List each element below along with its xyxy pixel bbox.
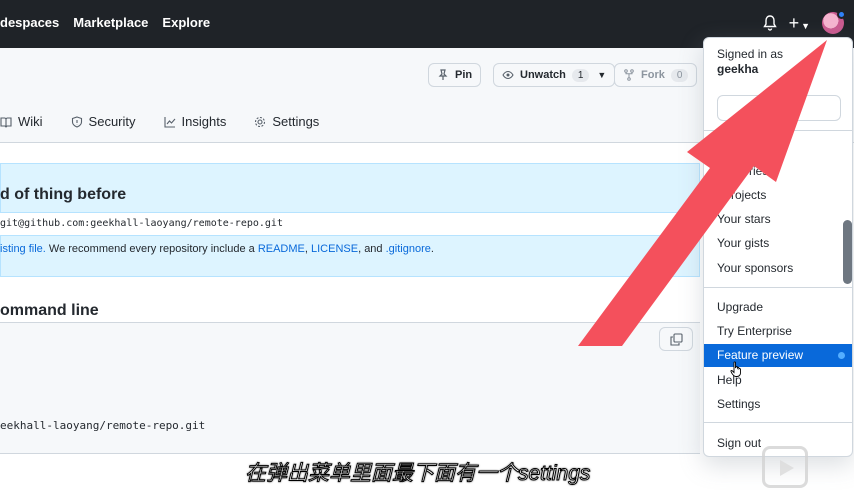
tab-security[interactable]: Security <box>71 114 136 129</box>
video-watermark-icon <box>762 446 808 488</box>
user-dropdown-menu: Signed in as geekha positories r project… <box>703 37 853 457</box>
play-icon <box>780 460 794 476</box>
command-line-title: ommand line <box>0 302 99 319</box>
clone-url-field[interactable]: git@github.com:geekhall-laoyang/remote-r… <box>0 212 700 236</box>
tab-label: Insights <box>181 114 227 129</box>
and-text: , and <box>358 243 386 255</box>
fork-icon <box>624 69 634 81</box>
header-actions: + ▼ <box>762 10 846 34</box>
pin-icon <box>438 69 448 80</box>
menu-your-stars[interactable]: Your stars <box>704 208 852 231</box>
menu-divider <box>704 422 852 423</box>
remote-add-command: eekhall-laoyang/remote-repo.git <box>0 419 206 432</box>
unwatch-button[interactable]: Unwatch 1 ▼ <box>493 63 616 87</box>
scrollbar[interactable] <box>843 220 852 284</box>
menu-your-projects[interactable]: r projects <box>704 184 852 207</box>
book-icon <box>0 116 12 128</box>
tab-label: Settings <box>272 114 320 129</box>
menu-try-enterprise[interactable]: Try Enterprise <box>704 320 852 343</box>
fork-button[interactable]: Fork 0 <box>614 63 698 87</box>
menu-your-repositories[interactable]: positories <box>704 160 852 183</box>
eye-icon <box>502 70 514 80</box>
readme-link[interactable]: README <box>258 243 305 255</box>
menu-your-sponsors[interactable]: Your sponsors <box>704 257 852 280</box>
video-subtitle: 在弹出菜单里面最下面有一个settings <box>244 462 591 486</box>
fork-label: Fork <box>641 69 665 81</box>
menu-feature-preview-label: Feature preview <box>717 348 804 362</box>
new-indicator-dot <box>838 352 845 359</box>
watch-count: 1 <box>571 68 590 82</box>
tab-label: Security <box>88 114 136 129</box>
avatar[interactable] <box>822 10 846 34</box>
notification-dot <box>837 10 846 19</box>
username-text: geekha <box>717 62 759 76</box>
graph-icon <box>163 116 175 128</box>
signed-in-text: Signed in as <box>717 47 784 61</box>
gear-icon <box>255 116 266 127</box>
set-status-field[interactable] <box>717 95 841 121</box>
quick-setup-title: d of thing before <box>0 186 127 203</box>
license-link[interactable]: LICENSE <box>311 243 358 255</box>
copy-icon <box>670 333 683 346</box>
tab-wiki[interactable]: Wiki <box>0 114 43 129</box>
repo-tabs: Wiki Security Insights Settings <box>0 114 319 129</box>
tab-settings[interactable]: Settings <box>254 114 319 129</box>
tab-label: Wiki <box>18 114 43 129</box>
pin-label: Pin <box>455 69 473 81</box>
signed-in-label: Signed in as geekha <box>717 47 783 77</box>
unwatch-label: Unwatch <box>520 69 566 81</box>
nav-explore[interactable]: Explore <box>162 15 210 30</box>
global-nav: despaces Marketplace Explore <box>0 15 210 30</box>
copy-button[interactable] <box>659 327 693 351</box>
chevron-down-icon: ▼ <box>597 70 607 80</box>
bell-icon[interactable] <box>762 15 777 31</box>
shield-icon <box>71 115 82 128</box>
gitignore-link[interactable]: .gitignore <box>386 243 431 255</box>
plus-icon: + <box>788 12 800 33</box>
command-code-block <box>0 322 700 454</box>
pin-button[interactable]: Pin <box>428 63 482 87</box>
recommend-text: isting file. We recommend every reposito… <box>0 243 434 255</box>
nav-codespaces[interactable]: despaces <box>0 15 59 30</box>
menu-settings[interactable]: Settings <box>704 393 852 416</box>
menu-help[interactable]: Help <box>704 369 852 392</box>
hand-cursor-icon <box>730 361 741 377</box>
chevron-down-icon: ▼ <box>801 20 810 31</box>
menu-feature-preview[interactable]: Feature preview <box>704 344 852 367</box>
menu-your-gists[interactable]: Your gists <box>704 232 852 255</box>
period-text: . <box>430 243 434 255</box>
menu-divider <box>704 130 852 131</box>
create-new-menu[interactable]: + ▼ <box>788 12 810 33</box>
fork-count: 0 <box>670 68 689 82</box>
menu-upgrade[interactable]: Upgrade <box>704 296 852 319</box>
nav-marketplace[interactable]: Marketplace <box>73 15 148 30</box>
tab-insights[interactable]: Insights <box>163 114 227 129</box>
existing-file-link[interactable]: isting file. <box>0 243 46 255</box>
recommend-body: We recommend every repository include a <box>45 243 258 255</box>
menu-divider <box>704 287 852 288</box>
